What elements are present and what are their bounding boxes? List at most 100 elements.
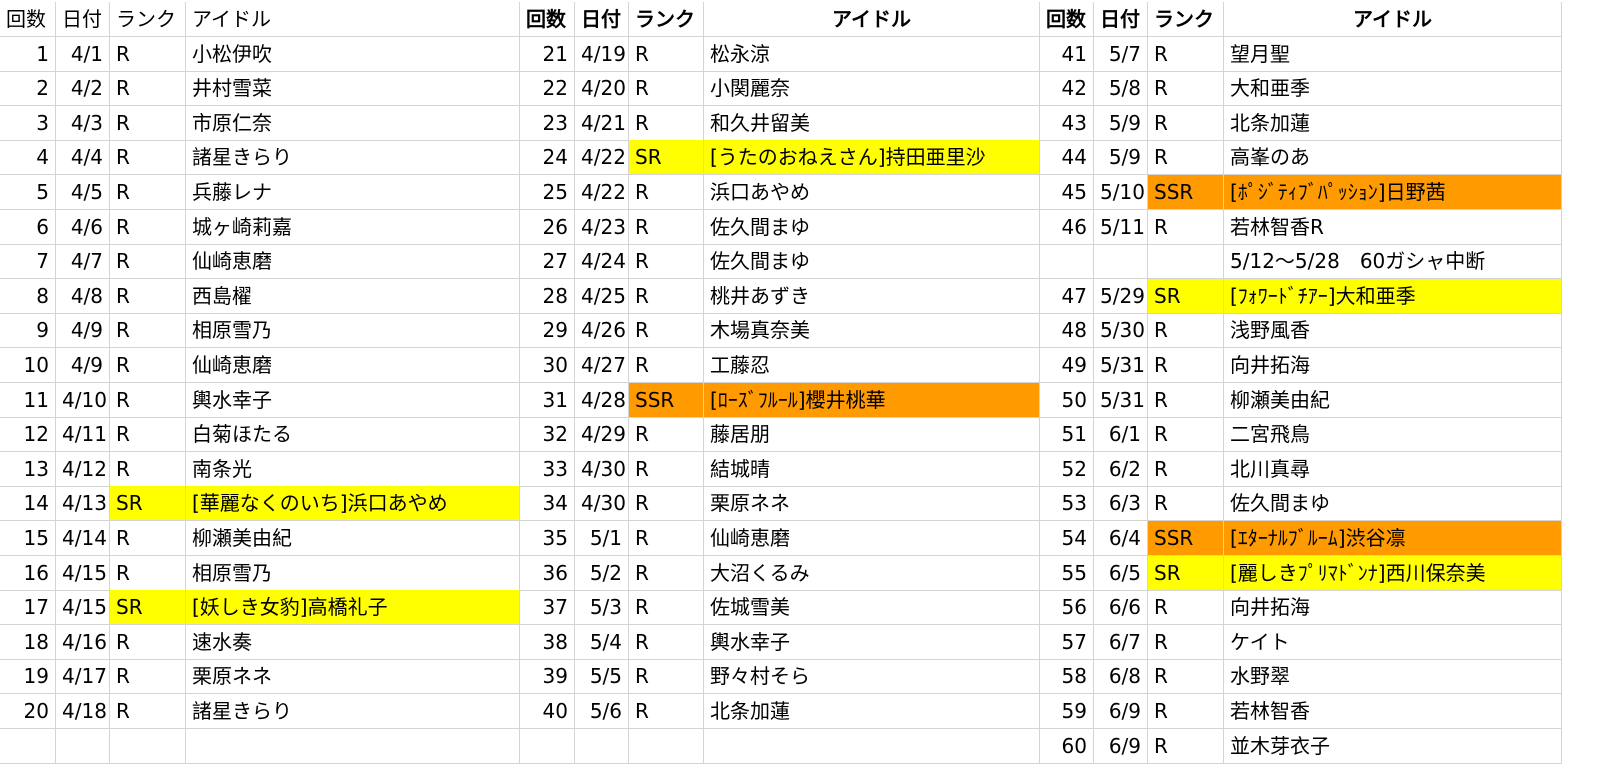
cell-c-r0-c2[interactable]: R xyxy=(1148,36,1224,72)
cell-c-r16-c2[interactable]: R xyxy=(1148,590,1224,626)
cell-a-r12-c0[interactable]: 13 xyxy=(0,451,56,487)
cell-a-r14-c2[interactable]: R xyxy=(110,521,186,556)
cell-b-r16-c1[interactable]: 5/3 xyxy=(575,590,629,626)
cell-b-r5-c0[interactable]: 26 xyxy=(520,209,575,245)
cell-b-r17-c3[interactable]: 輿水幸子 xyxy=(704,624,1040,660)
header-c-col2[interactable]: ランク xyxy=(1148,2,1224,37)
cell-c-r10-c2[interactable]: R xyxy=(1148,382,1224,418)
cell-a-r10-c1[interactable]: 4/10 xyxy=(56,382,110,418)
cell-b-r20-c3[interactable] xyxy=(704,728,1040,764)
cell-a-r18-c2[interactable]: R xyxy=(110,659,186,695)
cell-b-r19-c2[interactable]: R xyxy=(629,694,704,729)
cell-b-r0-c0[interactable]: 21 xyxy=(520,36,575,72)
cell-b-r1-c0[interactable]: 22 xyxy=(520,71,575,107)
cell-c-r20-c1[interactable]: 6/9 xyxy=(1094,728,1148,764)
cell-c-r14-c0[interactable]: 54 xyxy=(1040,521,1094,556)
cell-c-r9-c2[interactable]: R xyxy=(1148,348,1224,383)
cell-c-r7-c1[interactable]: 5/29 xyxy=(1094,278,1148,314)
cell-a-r4-c0[interactable]: 5 xyxy=(0,175,56,210)
cell-a-r16-c3[interactable]: [妖しき女豹]高橋礼子 xyxy=(186,590,520,626)
cell-a-r5-c1[interactable]: 4/6 xyxy=(56,209,110,245)
cell-c-r6-c0[interactable] xyxy=(1040,244,1094,280)
cell-c-r12-c1[interactable]: 6/2 xyxy=(1094,451,1148,487)
cell-c-r5-c2[interactable]: R xyxy=(1148,209,1224,245)
cell-a-r0-c0[interactable]: 1 xyxy=(0,36,56,72)
cell-b-r5-c2[interactable]: R xyxy=(629,209,704,245)
cell-a-r4-c1[interactable]: 4/5 xyxy=(56,175,110,210)
cell-c-r1-c3[interactable]: 大和亜季 xyxy=(1224,71,1562,107)
cell-c-r16-c3[interactable]: 向井拓海 xyxy=(1224,590,1562,626)
cell-b-r0-c2[interactable]: R xyxy=(629,36,704,72)
cell-c-r10-c0[interactable]: 50 xyxy=(1040,382,1094,418)
cell-a-r15-c1[interactable]: 4/15 xyxy=(56,555,110,591)
cell-c-r18-c0[interactable]: 58 xyxy=(1040,659,1094,695)
cell-a-r13-c3[interactable]: [華麗なくのいち]浜口あやめ xyxy=(186,486,520,522)
cell-c-r16-c0[interactable]: 56 xyxy=(1040,590,1094,626)
cell-c-r13-c2[interactable]: R xyxy=(1148,486,1224,522)
cell-c-r14-c3[interactable]: [ｴﾀｰﾅﾙﾌﾞﾙｰﾑ]渋谷凛 xyxy=(1224,521,1562,556)
cell-a-r4-c2[interactable]: R xyxy=(110,175,186,210)
cell-b-r7-c1[interactable]: 4/25 xyxy=(575,278,629,314)
cell-a-r5-c2[interactable]: R xyxy=(110,209,186,245)
cell-a-r12-c3[interactable]: 南条光 xyxy=(186,451,520,487)
cell-a-r4-c3[interactable]: 兵藤レナ xyxy=(186,175,520,210)
cell-b-r10-c0[interactable]: 31 xyxy=(520,382,575,418)
cell-b-r8-c3[interactable]: 木場真奈美 xyxy=(704,313,1040,349)
cell-c-r7-c0[interactable]: 47 xyxy=(1040,278,1094,314)
cell-b-r19-c0[interactable]: 40 xyxy=(520,694,575,729)
cell-c-r17-c3[interactable]: ケイト xyxy=(1224,624,1562,660)
cell-b-r7-c2[interactable]: R xyxy=(629,278,704,314)
cell-b-r7-c3[interactable]: 桃井あずき xyxy=(704,278,1040,314)
cell-c-r11-c1[interactable]: 6/1 xyxy=(1094,417,1148,453)
cell-b-r17-c2[interactable]: R xyxy=(629,624,704,660)
cell-b-r15-c0[interactable]: 36 xyxy=(520,555,575,591)
cell-c-r5-c0[interactable]: 46 xyxy=(1040,209,1094,245)
cell-c-r17-c0[interactable]: 57 xyxy=(1040,624,1094,660)
cell-a-r17-c2[interactable]: R xyxy=(110,624,186,660)
cell-c-r0-c1[interactable]: 5/7 xyxy=(1094,36,1148,72)
cell-a-r11-c3[interactable]: 白菊ほたる xyxy=(186,417,520,453)
cell-a-r16-c1[interactable]: 4/15 xyxy=(56,590,110,626)
cell-b-r17-c0[interactable]: 38 xyxy=(520,624,575,660)
cell-a-r7-c3[interactable]: 西島櫂 xyxy=(186,278,520,314)
cell-b-r3-c3[interactable]: [うたのおねえさん]持田亜里沙 xyxy=(704,140,1040,176)
cell-a-r15-c3[interactable]: 相原雪乃 xyxy=(186,555,520,591)
cell-a-r12-c2[interactable]: R xyxy=(110,451,186,487)
cell-c-r3-c3[interactable]: 高峯のあ xyxy=(1224,140,1562,176)
cell-a-r17-c0[interactable]: 18 xyxy=(0,624,56,660)
cell-b-r14-c3[interactable]: 仙崎恵磨 xyxy=(704,521,1040,556)
cell-a-r3-c3[interactable]: 諸星きらり xyxy=(186,140,520,176)
cell-b-r6-c3[interactable]: 佐久間まゆ xyxy=(704,244,1040,280)
cell-b-r18-c1[interactable]: 5/5 xyxy=(575,659,629,695)
cell-b-r13-c3[interactable]: 栗原ネネ xyxy=(704,486,1040,522)
header-c-col3[interactable]: アイドル xyxy=(1224,2,1562,37)
cell-c-r9-c3[interactable]: 向井拓海 xyxy=(1224,348,1562,383)
cell-b-r10-c1[interactable]: 4/28 xyxy=(575,382,629,418)
cell-b-r4-c3[interactable]: 浜口あやめ xyxy=(704,175,1040,210)
cell-c-r3-c0[interactable]: 44 xyxy=(1040,140,1094,176)
cell-b-r2-c0[interactable]: 23 xyxy=(520,105,575,141)
cell-c-r11-c0[interactable]: 51 xyxy=(1040,417,1094,453)
cell-b-r10-c2[interactable]: SSR xyxy=(629,382,704,418)
cell-a-r15-c2[interactable]: R xyxy=(110,555,186,591)
header-c-col0[interactable]: 回数 xyxy=(1040,2,1094,37)
cell-c-r18-c3[interactable]: 水野翠 xyxy=(1224,659,1562,695)
cell-a-r7-c1[interactable]: 4/8 xyxy=(56,278,110,314)
cell-b-r11-c3[interactable]: 藤居朋 xyxy=(704,417,1040,453)
cell-c-r18-c2[interactable]: R xyxy=(1148,659,1224,695)
cell-c-r2-c1[interactable]: 5/9 xyxy=(1094,105,1148,141)
cell-b-r0-c1[interactable]: 4/19 xyxy=(575,36,629,72)
cell-c-r4-c2[interactable]: SSR xyxy=(1148,175,1224,210)
cell-c-r2-c0[interactable]: 43 xyxy=(1040,105,1094,141)
cell-c-r12-c0[interactable]: 52 xyxy=(1040,451,1094,487)
cell-c-r20-c3[interactable]: 並木芽衣子 xyxy=(1224,728,1562,764)
cell-c-r11-c3[interactable]: 二宮飛鳥 xyxy=(1224,417,1562,453)
cell-a-r9-c0[interactable]: 10 xyxy=(0,348,56,383)
cell-a-r0-c3[interactable]: 小松伊吹 xyxy=(186,36,520,72)
cell-a-r10-c0[interactable]: 11 xyxy=(0,382,56,418)
cell-b-r2-c2[interactable]: R xyxy=(629,105,704,141)
cell-b-r15-c2[interactable]: R xyxy=(629,555,704,591)
cell-a-r8-c3[interactable]: 相原雪乃 xyxy=(186,313,520,349)
header-c-col1[interactable]: 日付 xyxy=(1094,2,1148,37)
cell-b-r12-c2[interactable]: R xyxy=(629,451,704,487)
